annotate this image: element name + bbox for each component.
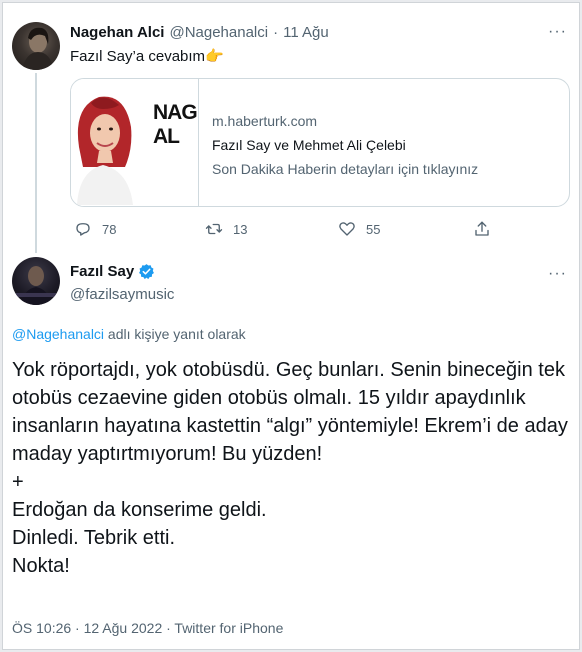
link-card-image: NAG AL [71, 79, 199, 206]
retweet-button[interactable]: 13 [205, 220, 247, 238]
verified-badge-icon [139, 264, 155, 280]
more-dots-icon[interactable]: ··· [548, 265, 567, 283]
tweet-paragraph: Nokta! [12, 555, 70, 577]
card-domain: m.haberturk.com [212, 113, 318, 129]
avatar-photo-icon [16, 266, 56, 305]
heart-icon [339, 222, 355, 236]
share-icon [475, 221, 489, 236]
replying-to: @Nagehanalci adlı kişiye yanıt olarak [12, 326, 246, 342]
reply-tweet-header: Nagehan Alci @Nagehanalci · 11 Ağu [70, 24, 329, 41]
reply-suffix: adlı kişiye yanıt olarak [104, 326, 246, 342]
card-image-brand-text: NAG AL [153, 101, 198, 148]
retweet-count: 13 [233, 221, 248, 237]
link-card[interactable]: NAG AL m.haberturk.com Fazıl Say ve Mehm… [70, 78, 570, 207]
author-handle[interactable]: @Nagehanalci [169, 24, 268, 41]
tweet-date[interactable]: 11 Ağu [283, 24, 329, 41]
reply-count: 78 [102, 221, 117, 237]
main-tweet-header: Fazıl Say [70, 263, 155, 280]
author-name[interactable]: Fazıl Say [70, 263, 134, 280]
avatar-nagehan[interactable] [12, 22, 60, 70]
reply-tweet-text: Fazıl Say’a cevabım👉 [70, 47, 224, 65]
tweet-timestamp[interactable]: ÖS 10:26 · 12 Ağu 2022 · Twitter for iPh… [12, 620, 283, 636]
author-name[interactable]: Nagehan Alci [70, 24, 164, 41]
tweet-paragraph: Dinledi. Tebrik etti. [12, 527, 176, 549]
tweet-text: Fazıl Say’a cevabım [70, 48, 206, 65]
thread-connector [35, 73, 37, 253]
tweet-paragraph: Erdoğan da konserime geldi. [12, 499, 267, 521]
like-button[interactable]: 55 [338, 220, 380, 238]
like-count: 55 [366, 221, 381, 237]
retweet-icon [205, 223, 223, 235]
woman-portrait-icon [77, 96, 133, 205]
main-tweet-text: Yok röportajdı, yok otobüsdü. Geç bunlar… [12, 356, 577, 580]
avatar-photo-icon [22, 27, 54, 70]
more-dots-icon[interactable]: ··· [548, 23, 567, 41]
card-description: Son Dakika Haberin detayları için tıklay… [212, 161, 479, 177]
link-card-body: m.haberturk.com Fazıl Say ve Mehmet Ali … [199, 79, 490, 206]
card-title: Fazıl Say ve Mehmet Ali Çelebi [212, 137, 406, 153]
reply-button[interactable]: 78 [74, 220, 116, 238]
tweet-paragraph: + [12, 471, 24, 493]
author-handle[interactable]: @fazilsaymusic [70, 286, 174, 303]
tweet-thread: Nagehan Alci @Nagehanalci · 11 Ağu ··· F… [2, 2, 580, 650]
reply-icon [76, 223, 90, 236]
tweet-paragraph: Yok röportajdı, yok otobüsdü. Geç bunlar… [12, 359, 568, 465]
share-button[interactable] [473, 220, 491, 238]
avatar-fazil-say[interactable] [12, 257, 60, 305]
pointing-right-emoji: 👉 [205, 48, 224, 65]
reply-mention-link[interactable]: @Nagehanalci [12, 326, 104, 342]
separator-dot: · [273, 24, 279, 41]
tweet-actions: 78 13 55 [70, 220, 570, 240]
